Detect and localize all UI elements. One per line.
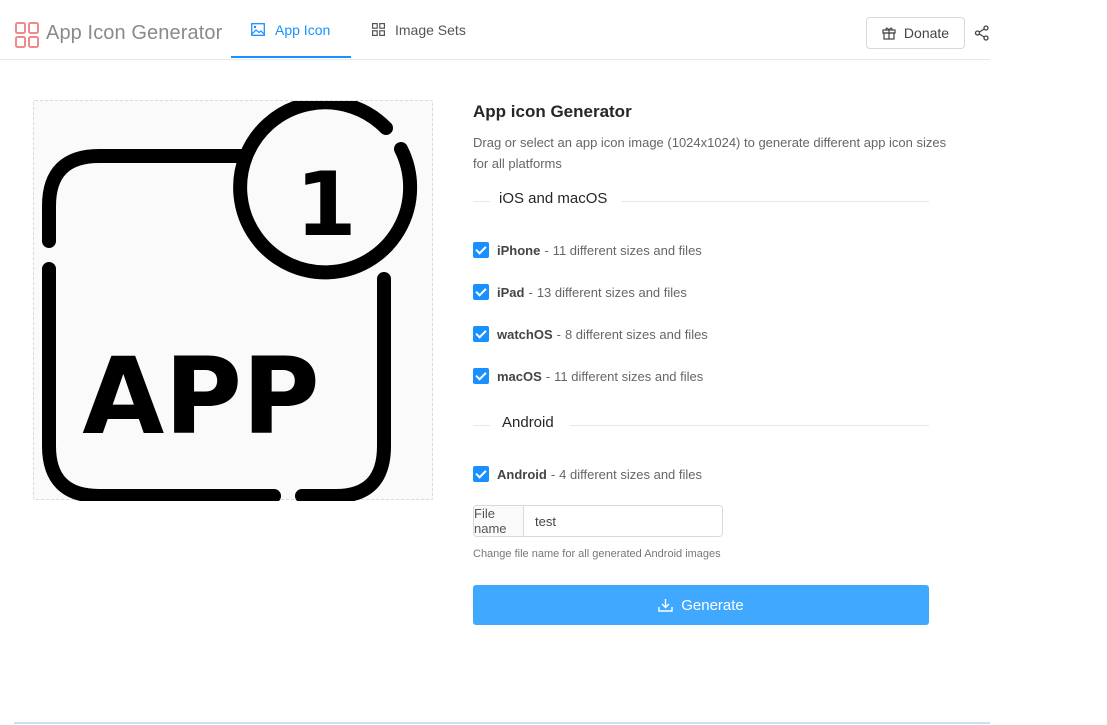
file-name-hint: Change file name for all generated Andro… <box>473 548 721 560</box>
footer-divider <box>14 722 990 724</box>
gift-icon <box>882 27 896 40</box>
option-iphone[interactable]: iPhone - 11 different sizes and files <box>473 241 702 259</box>
donate-label: Donate <box>903 25 950 41</box>
option-detail: 11 different sizes and files <box>554 368 704 384</box>
option-macos[interactable]: macOS - 11 different sizes and files <box>473 367 703 385</box>
share-icon[interactable] <box>974 25 990 41</box>
icon-upload-dropzone[interactable]: 1 APP <box>33 100 433 501</box>
option-name: Android <box>497 466 547 482</box>
macos-checkbox[interactable] <box>473 368 489 384</box>
option-name: macOS <box>497 368 542 384</box>
app-icon-preview: 1 APP <box>42 101 418 501</box>
download-icon <box>658 599 673 612</box>
donate-button[interactable]: Donate <box>866 17 965 49</box>
option-name: watchOS <box>497 326 553 342</box>
option-name: iPhone <box>497 242 541 258</box>
grid-icon <box>372 23 385 36</box>
option-watchos[interactable]: watchOS - 8 different sizes and files <box>473 325 708 343</box>
iphone-checkbox[interactable] <box>473 242 489 258</box>
badge-number: 1 <box>295 153 356 256</box>
page-title: App icon Generator <box>473 102 632 121</box>
file-name-field-group: File name <box>473 505 723 537</box>
option-android[interactable]: Android - 4 different sizes and files <box>473 465 702 483</box>
tab-app-icon[interactable]: App Icon <box>251 0 330 59</box>
page-description: Drag or select an app icon image (1024x1… <box>473 135 947 171</box>
file-name-input[interactable] <box>524 506 722 536</box>
brand-title[interactable]: App Icon Generator <box>46 22 222 45</box>
tab-image-sets[interactable]: Image Sets <box>372 0 466 59</box>
active-tab-indicator <box>231 56 351 58</box>
tab-image-sets-label: Image Sets <box>395 21 466 38</box>
file-name-label: File name <box>474 506 524 536</box>
section-divider-ios: iOS and macOS <box>473 190 929 212</box>
image-icon <box>251 23 265 36</box>
option-name: iPad <box>497 284 525 300</box>
app-logo-icon <box>15 22 39 48</box>
generate-button[interactable]: Generate <box>473 585 929 625</box>
section-heading-ios: iOS and macOS <box>499 190 608 207</box>
option-detail: 13 different sizes and files <box>536 284 687 300</box>
watchos-checkbox[interactable] <box>473 326 489 342</box>
section-heading-android: Android <box>502 414 554 431</box>
option-detail: 11 different sizes and files <box>552 242 702 258</box>
tab-app-icon-label: App Icon <box>275 21 331 38</box>
option-ipad[interactable]: iPad - 13 different sizes and files <box>473 283 687 301</box>
generate-label: Generate <box>681 596 744 614</box>
option-detail: 4 different sizes and files <box>559 466 703 482</box>
option-detail: 8 different sizes and files <box>564 326 708 342</box>
top-nav: App Icon Generator App Icon Image Sets D… <box>0 0 990 60</box>
ipad-checkbox[interactable] <box>473 284 489 300</box>
android-checkbox[interactable] <box>473 466 489 482</box>
section-divider-android: Android <box>473 414 929 436</box>
app-icon-text: APP <box>82 335 319 458</box>
